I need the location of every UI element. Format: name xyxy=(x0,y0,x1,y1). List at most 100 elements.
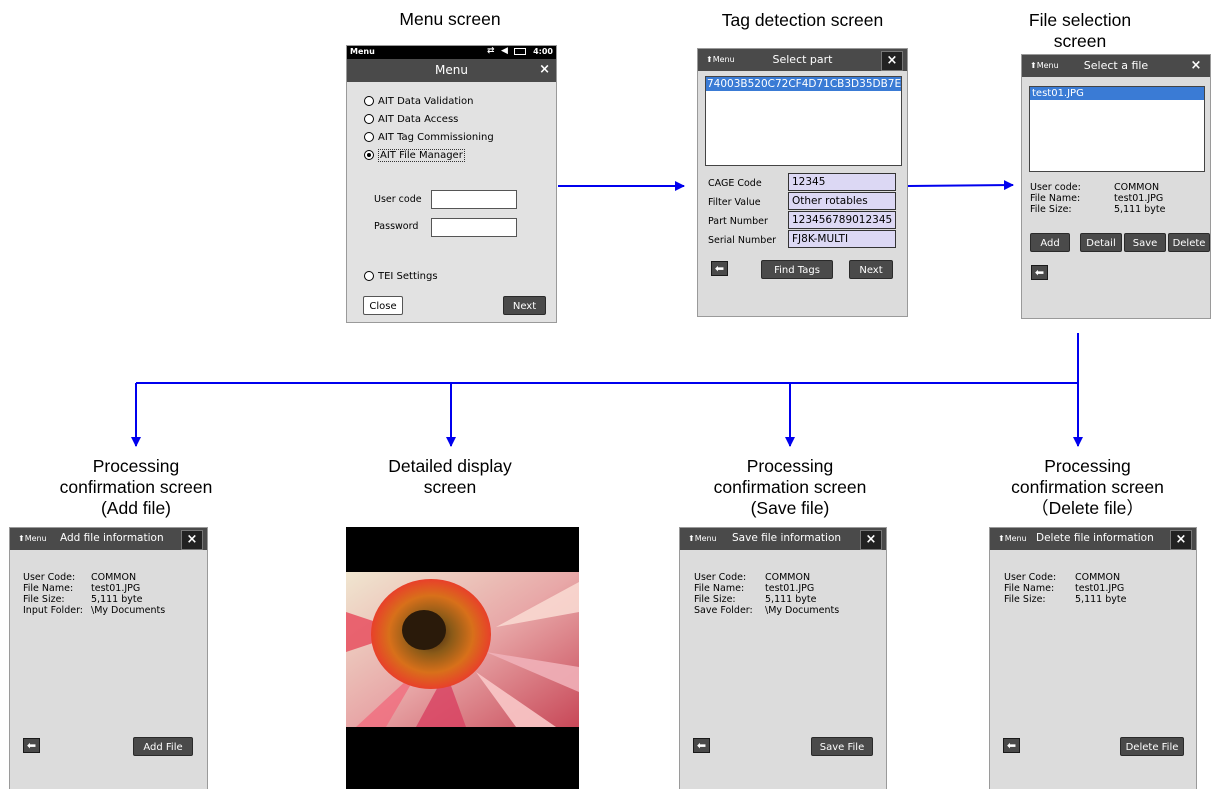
option-label: AIT Tag Commissioning xyxy=(378,132,494,143)
cage-code-label: CAGE Code xyxy=(708,178,762,189)
option-data-access[interactable]: AIT Data Access xyxy=(364,114,458,125)
info-value: test01.JPG xyxy=(1075,583,1125,594)
menu-link[interactable]: ⬆Menu xyxy=(688,534,717,543)
close-icon[interactable]: × xyxy=(181,530,203,550)
back-arrow-icon[interactable]: ⬅ xyxy=(23,738,40,753)
caption-line: Processing xyxy=(1044,456,1131,476)
menu-screen: Menu ⇄ ◀ 4:00 Menu × AIT Data Validation… xyxy=(346,45,557,323)
add-button[interactable]: Add xyxy=(1030,233,1070,252)
option-file-manager[interactable]: AIT File Manager xyxy=(364,149,465,162)
find-tags-button[interactable]: Find Tags xyxy=(761,260,833,279)
file-list[interactable]: test01.JPG xyxy=(1029,86,1205,172)
caption-line: File selection xyxy=(1028,10,1132,30)
back-arrow-icon[interactable]: ⬅ xyxy=(1031,265,1048,280)
add-file-button[interactable]: Add File xyxy=(133,737,193,756)
back-arrow-icon[interactable]: ⬅ xyxy=(693,738,710,753)
info-label: Save Folder: xyxy=(694,605,753,616)
tag-item-selected[interactable]: 74003B520C72CF4D71CB3D35DB7E xyxy=(706,77,901,91)
option-label: AIT File Manager xyxy=(378,149,465,162)
save-file-button[interactable]: Save File xyxy=(811,737,873,756)
info-value: \My Documents xyxy=(91,605,166,616)
menu-link[interactable]: ⬆Menu xyxy=(998,534,1027,543)
close-icon[interactable]: × xyxy=(881,51,903,71)
info-label: File Size: xyxy=(23,594,65,605)
title-bar: ⬆Menu Save file information × xyxy=(680,528,886,550)
next-button[interactable]: Next xyxy=(503,296,546,315)
caption-tag-detection: Tag detection screen xyxy=(721,10,884,30)
info-label: User code: xyxy=(1030,182,1081,193)
status-bar: Menu ⇄ ◀ 4:00 xyxy=(347,46,556,59)
file-info: User code: COMMON File Name: test01.JPG Fi… xyxy=(1030,182,1200,222)
detail-display-screen xyxy=(346,527,579,789)
detail-button[interactable]: Detail xyxy=(1080,233,1122,252)
status-title: Menu xyxy=(350,47,375,56)
info-value: COMMON xyxy=(91,572,137,583)
file-item-selected[interactable]: test01.JPG xyxy=(1030,87,1204,100)
tag-detection-screen: ⬆Menu Select part × 74003B520C72CF4D71CB… xyxy=(697,48,908,317)
close-button[interactable]: Close xyxy=(363,296,403,315)
caption-line: confirmation screen xyxy=(713,477,867,497)
caption-detailed-display: Detailed display screen xyxy=(355,456,545,498)
info-label: User Code: xyxy=(694,572,747,583)
status-time: 4:00 xyxy=(533,47,553,56)
radio-selected-icon xyxy=(364,150,374,160)
option-label: AIT Data Validation xyxy=(378,96,474,107)
password-input[interactable] xyxy=(431,218,517,237)
close-icon[interactable]: × xyxy=(1170,530,1192,550)
caption-save-confirmation: Processing confirmation screen (Save fil… xyxy=(690,456,890,519)
screen-title: Select part xyxy=(772,53,833,66)
caption-line: （Delete file） xyxy=(1031,498,1144,518)
caption-line: screen xyxy=(1053,31,1107,51)
page-title: Menu xyxy=(435,63,468,77)
save-confirmation-screen: ⬆Menu Save file information × User Code:… xyxy=(679,527,887,789)
close-icon[interactable]: × xyxy=(539,62,550,77)
caption-line: Processing xyxy=(746,456,834,476)
title-bar: ⬆Menu Delete file information × xyxy=(990,528,1196,550)
delete-confirmation-screen: ⬆Menu Delete file information × User Cod… xyxy=(989,527,1197,789)
flower-photo xyxy=(346,572,579,727)
tag-list[interactable]: 74003B520C72CF4D71CB3D35DB7E xyxy=(705,76,902,166)
caption-file-selection: File selection screen xyxy=(1010,10,1150,52)
info-label: File Name: xyxy=(23,583,74,594)
option-tei-settings[interactable]: TEI Settings xyxy=(364,271,438,282)
back-arrow-icon[interactable]: ⬅ xyxy=(711,261,728,276)
info-label: File Name: xyxy=(1030,193,1081,204)
delete-button[interactable]: Delete xyxy=(1168,233,1210,252)
file-info: User Code: COMMON File Name: test01.JPG Fi… xyxy=(23,572,203,622)
user-code-label: User code xyxy=(374,194,422,205)
user-code-input[interactable] xyxy=(431,190,517,209)
radio-icon xyxy=(364,271,374,281)
info-value: test01.JPG xyxy=(91,583,141,594)
arrow-tag-to-file xyxy=(907,180,1014,191)
info-label: File Name: xyxy=(1004,583,1055,594)
info-label: File Name: xyxy=(694,583,745,594)
title-bar: ⬆Menu Select part × xyxy=(698,49,907,71)
serial-number-value: FJ8K-MULTI xyxy=(788,230,896,248)
next-button[interactable]: Next xyxy=(849,260,893,279)
info-value: 5,111 byte xyxy=(1114,204,1166,215)
delete-file-button[interactable]: Delete File xyxy=(1120,737,1184,756)
caption-line: confirmation screen xyxy=(1011,477,1164,497)
caption-line: confirmation screen xyxy=(59,477,213,497)
save-button[interactable]: Save xyxy=(1124,233,1166,252)
caption-add-confirmation: Processing confirmation screen (Add file… xyxy=(20,456,252,519)
file-selection-screen: ⬆Menu Select a file × test01.JPG User co… xyxy=(1021,54,1211,319)
part-number-value: 123456789012345 xyxy=(788,211,896,229)
info-label: User Code: xyxy=(1004,572,1057,583)
close-icon[interactable]: × xyxy=(1186,57,1206,75)
menu-title-bar: Menu × xyxy=(347,59,556,82)
option-data-validation[interactable]: AIT Data Validation xyxy=(364,96,474,107)
screen-title: Select a file xyxy=(1083,59,1149,72)
back-arrow-icon[interactable]: ⬅ xyxy=(1003,738,1020,753)
info-value: COMMON xyxy=(1075,572,1121,583)
info-value: 5,111 byte xyxy=(765,594,817,605)
option-tag-commissioning[interactable]: AIT Tag Commissioning xyxy=(364,132,494,143)
info-label: Input Folder: xyxy=(23,605,84,616)
menu-link[interactable]: ⬆Menu xyxy=(18,534,47,543)
info-value: test01.JPG xyxy=(1114,193,1164,204)
title-bar: ⬆Menu Add file information × xyxy=(10,528,207,550)
file-info: User Code: COMMON File Name: test01.JPG Fi… xyxy=(1004,572,1189,612)
battery-icon xyxy=(514,48,526,55)
close-icon[interactable]: × xyxy=(860,530,882,550)
caption-menu-screen: Menu screen xyxy=(399,9,501,29)
